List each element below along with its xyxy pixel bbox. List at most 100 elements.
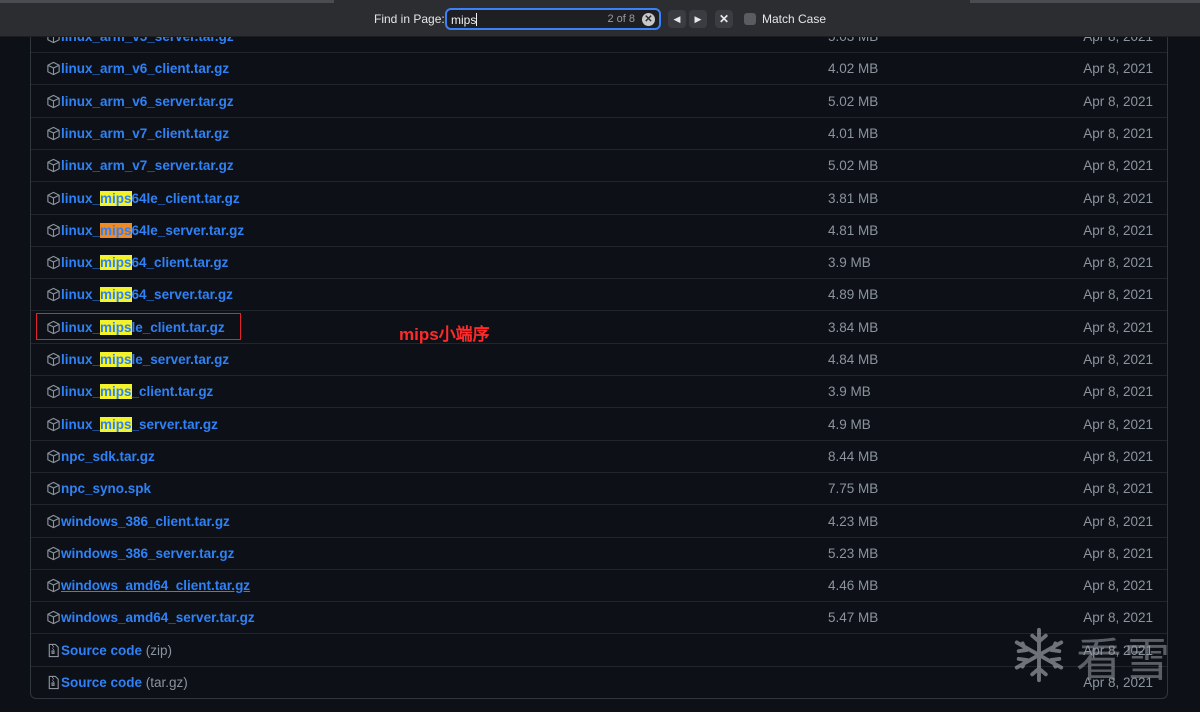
asset-link[interactable]: npc_sdk.tar.gz: [61, 449, 155, 464]
asset-row: linux_arm_v6_server.tar.gz 5.02 MB Apr 8, …: [31, 86, 1167, 118]
asset-row: linux_arm_v7_server.tar.gz 5.02 MB Apr 8, …: [31, 150, 1167, 183]
package-icon: [46, 94, 61, 109]
asset-row: windows_amd64_client.tar.gz 4.46 MB Apr 8,…: [31, 570, 1167, 603]
asset-date: Apr 8, 2021: [1083, 416, 1153, 432]
asset-link[interactable]: Source code (zip): [61, 643, 172, 658]
package-icon: [46, 417, 61, 432]
asset-row: linux_mipsle_server.tar.gz 4.84 MB Apr 8, …: [31, 344, 1167, 376]
asset-name-part: _client.tar.gz: [131, 384, 214, 400]
asset-row: windows_amd64_server.tar.gz 5.47 MB Apr 8,…: [31, 602, 1167, 635]
asset-row: linux_mips_server.tar.gz 4.9 MB Apr 8, 202…: [31, 409, 1167, 441]
asset-format: (tar.gz): [145, 675, 188, 690]
asset-date: Apr 8, 2021: [1083, 190, 1153, 206]
asset-link[interactable]: linux_mipsle_server.tar.gz: [61, 352, 229, 367]
asset-row: windows_386_client.tar.gz 4.23 MB Apr 8, 2…: [31, 506, 1167, 538]
asset-link[interactable]: linux_mips64le_client.tar.gz: [61, 190, 240, 206]
match-case-checkbox[interactable]: [744, 13, 756, 25]
current-search-match: mips: [100, 222, 132, 238]
asset-name-part: linux_: [61, 255, 101, 271]
asset-name: windows_amd64_client.tar.gz: [61, 578, 251, 594]
asset-link[interactable]: linux_mips_server.tar.gz: [61, 416, 218, 432]
asset-link[interactable]: linux_arm_v6_client.tar.gz: [61, 61, 229, 76]
search-match-highlight: mips: [100, 287, 132, 303]
tab-strip-edge: [0, 0, 334, 3]
asset-name: linux_arm_v6_server.tar.gz: [61, 93, 234, 109]
find-label: Find in Page:: [374, 12, 445, 26]
asset-link[interactable]: linux_arm_v7_server.tar.gz: [61, 158, 234, 173]
asset-size: 3.9 MB: [828, 255, 871, 271]
search-match-highlight: mips: [100, 352, 132, 367]
asset-row: linux_mips64_client.tar.gz 3.9 MB Apr 8, 2…: [31, 247, 1167, 280]
package-icon: [46, 352, 61, 367]
asset-link[interactable]: linux_arm_v7_client.tar.gz: [61, 126, 229, 141]
asset-link[interactable]: linux_mips_client.tar.gz: [61, 384, 214, 400]
asset-name: Source code: [61, 642, 143, 658]
asset-format: (zip): [145, 642, 173, 658]
asset-link[interactable]: npc_syno.spk: [61, 481, 151, 496]
asset-name-part: linux_: [61, 384, 101, 400]
asset-date: Apr 8, 2021: [1083, 61, 1153, 77]
asset-link[interactable]: Source code (tar.gz): [61, 675, 188, 690]
asset-row: linux_mips_client.tar.gz 3.9 MB Apr 8, 202…: [31, 376, 1167, 409]
match-case-label: Match Case: [762, 12, 827, 26]
search-match-highlight: mips: [100, 416, 132, 432]
asset-link[interactable]: windows_amd64_server.tar.gz: [61, 610, 255, 625]
asset-size: 5.02 MB: [828, 158, 879, 174]
asset-name-part: linux_: [61, 352, 101, 367]
package-icon: [46, 223, 61, 238]
asset-size: 4.23 MB: [828, 513, 879, 529]
asset-name: linux_arm_v6_client.tar.gz: [61, 61, 230, 77]
asset-name-part: 64_client.tar.gz: [131, 255, 229, 271]
package-icon: [46, 449, 61, 464]
asset-row: linux_mips64le_server.tar.gz 4.81 MB Apr 8…: [31, 215, 1167, 247]
file-zip-icon: [46, 643, 61, 658]
asset-date: Apr 8, 2021: [1083, 287, 1153, 303]
package-icon: [46, 514, 61, 529]
find-in-page-bar: Find in Page: mips 2 of 8 ✕ ◀ ▶ ✕ Match …: [0, 0, 1200, 37]
asset-link[interactable]: windows_386_server.tar.gz: [61, 546, 234, 561]
close-find-button[interactable]: ✕: [715, 10, 733, 28]
asset-link[interactable]: windows_amd64_client.tar.gz: [61, 578, 250, 593]
asset-name: linux_arm_v7_server.tar.gz: [61, 158, 234, 174]
asset-row: linux_mips64_server.tar.gz 4.89 MB Apr 8, …: [31, 279, 1167, 312]
snowflake-icon: [1014, 627, 1064, 683]
release-assets-table: linux_arm_v5_server.tar.gz5.03 MBApr 8, …: [30, 20, 1168, 699]
search-match-highlight: mips: [100, 255, 132, 271]
asset-link[interactable]: linux_mips64_client.tar.gz: [61, 255, 229, 271]
asset-link[interactable]: linux_mips64_server.tar.gz: [61, 287, 233, 303]
asset-link[interactable]: linux_mips64le_server.tar.gz: [61, 222, 244, 238]
asset-size: 5.47 MB: [828, 610, 879, 626]
package-icon: [46, 255, 61, 270]
asset-date: Apr 8, 2021: [1083, 93, 1153, 109]
asset-size: 4.89 MB: [828, 287, 879, 303]
search-match-highlight: mips: [100, 190, 132, 206]
asset-name: Source code: [61, 675, 143, 690]
asset-row: Source code (tar.gz) Apr 8, 2021: [31, 667, 1167, 699]
package-icon: [46, 578, 61, 593]
asset-size: 7.75 MB: [828, 481, 879, 497]
find-input[interactable]: mips 2 of 8 ✕: [445, 8, 661, 30]
asset-name: npc_sdk.tar.gz: [61, 448, 155, 464]
text-caret: [476, 13, 477, 26]
asset-size: 5.23 MB: [828, 545, 879, 561]
asset-date: Apr 8, 2021: [1083, 513, 1153, 529]
asset-name-part: linux_: [61, 222, 101, 238]
asset-size: 4.01 MB: [828, 125, 879, 141]
asset-row: Source code (zip) Apr 8, 2021: [31, 635, 1167, 667]
asset-size: 4.46 MB: [828, 578, 879, 594]
asset-link[interactable]: windows_386_client.tar.gz: [61, 514, 230, 529]
asset-name: windows_amd64_server.tar.gz: [61, 610, 255, 626]
next-match-button[interactable]: ▶: [689, 10, 707, 28]
asset-date: Apr 8, 2021: [1083, 125, 1153, 141]
asset-date: Apr 8, 2021: [1083, 578, 1153, 594]
previous-match-button[interactable]: ◀: [668, 10, 686, 28]
asset-size: 4.84 MB: [828, 352, 879, 367]
asset-date: Apr 8, 2021: [1083, 448, 1153, 464]
asset-size: 8.44 MB: [828, 448, 879, 464]
watermark-text: 看雪: [1076, 633, 1172, 687]
package-icon: [46, 610, 61, 625]
asset-link[interactable]: linux_arm_v6_server.tar.gz: [61, 94, 234, 109]
asset-name-part: 64_server.tar.gz: [131, 287, 233, 303]
clear-icon[interactable]: ✕: [642, 13, 655, 26]
asset-date: Apr 8, 2021: [1083, 255, 1153, 271]
